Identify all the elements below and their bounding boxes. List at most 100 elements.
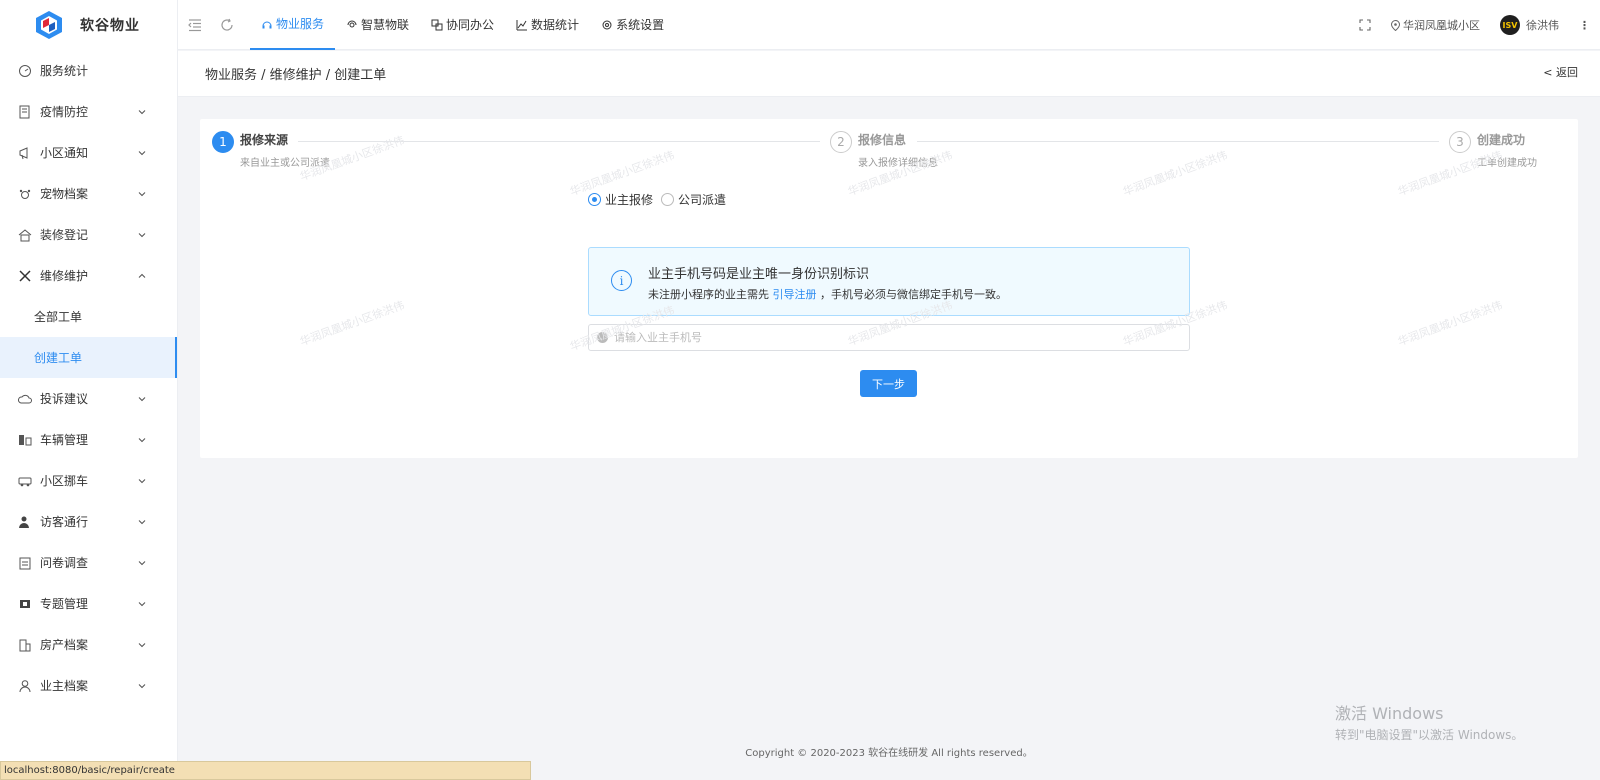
browser-status-url: localhost:8080/basic/repair/create — [0, 761, 531, 780]
top-tab[interactable]: 协同办公 — [420, 0, 505, 50]
sidebar-item[interactable]: 车辆管理 — [0, 419, 177, 460]
user-name: 徐洪伟 — [1526, 19, 1559, 32]
top-navbar: 物业服务 智慧物联 协同办公 数据统计 系统设置 华润凤凰城小区 ISV 徐洪伟 ⋮ — [178, 0, 1600, 50]
step-number: 3 — [1449, 131, 1471, 153]
sidebar-item[interactable]: 专题管理 — [0, 583, 177, 624]
building-icon — [19, 639, 31, 651]
phone-input[interactable] — [614, 331, 1189, 344]
sidebar-item[interactable]: 维修维护 — [0, 255, 177, 296]
more-vertical-icon[interactable]: ⋮ — [1579, 19, 1590, 32]
alert-description: 未注册小程序的业主需先 引导注册 ，手机号必须与微信绑定手机号一致。 — [648, 286, 1007, 302]
app-name: 软谷物业 — [80, 18, 140, 34]
sidebar-item[interactable]: 访客通行 — [0, 501, 177, 542]
community-selector[interactable]: 华润凤凰城小区 — [1391, 17, 1480, 33]
radio-label: 公司派遣 — [678, 193, 727, 207]
refresh-icon[interactable] — [220, 18, 234, 32]
chevron-down-icon — [138, 150, 146, 155]
guide-register-link[interactable]: 引导注册 — [773, 288, 817, 301]
top-nav-tabs: 物业服务 智慧物联 协同办公 数据统计 系统设置 — [250, 0, 675, 50]
step-title: 创建成功 — [1477, 133, 1526, 147]
chart-icon — [516, 19, 528, 30]
sidebar-item-label: 房产档案 — [40, 638, 89, 652]
sidebar-item[interactable]: 小区挪车 — [0, 460, 177, 501]
car-icon — [18, 477, 32, 486]
sidebar-item[interactable]: 装修登记 — [0, 214, 177, 255]
top-tab-label: 协同办公 — [446, 18, 495, 32]
sidebar: 软谷物业 服务统计疫情防控小区通知宠物档案装修登记 维修维护 全部工单 创建工单 投诉建… — [0, 0, 178, 780]
cloud-icon — [18, 394, 32, 403]
logo-icon — [36, 11, 62, 39]
sidebar-item[interactable]: 疫情防控 — [0, 91, 177, 132]
top-tab[interactable]: 系统设置 — [590, 0, 675, 50]
sidebar-item[interactable]: 宠物档案 — [0, 173, 177, 214]
page-header: 物业服务 / 维修维护 / 创建工单 < 返回 — [178, 51, 1600, 97]
sidebar-item-label: 服务统计 — [40, 64, 89, 78]
sidebar-item-label: 小区挪车 — [40, 474, 89, 488]
pet-icon — [19, 189, 31, 199]
chevron-down-icon — [138, 683, 146, 688]
step-connector — [917, 141, 1439, 142]
breadcrumb: 物业服务 / 维修维护 / 创建工单 — [205, 68, 387, 83]
fullscreen-icon[interactable] — [1359, 19, 1371, 31]
headset-icon — [262, 21, 272, 28]
parking-icon — [19, 434, 32, 445]
sidebar-item-label: 宠物档案 — [40, 187, 89, 201]
next-button[interactable]: 下一步 — [860, 370, 917, 397]
windows-activation-notice: 激活 Windows 转到"电脑设置"以激活 Windows。 — [1335, 700, 1523, 743]
radio-circle[interactable] — [588, 193, 601, 206]
chevron-up-icon — [138, 273, 146, 278]
step-title: 报修信息 — [858, 133, 907, 147]
info-icon: i — [611, 270, 632, 291]
top-tab[interactable]: 数据统计 — [505, 0, 590, 50]
sidebar-item[interactable]: 小区通知 — [0, 132, 177, 173]
create-order-card: 1 报修来源 来自业主或公司派遣 2 报修信息 录入报修详细信息 3 创建成功 工单创建成功 业… — [200, 119, 1578, 458]
sidebar-item[interactable]: 服务统计 — [0, 50, 177, 91]
source-radio[interactable]: 业主报修 — [588, 191, 653, 208]
alert-desc-text-2: ，手机号必须与微信绑定手机号一致。 — [820, 288, 1007, 301]
phone-field[interactable] — [588, 324, 1190, 351]
sidebar-subitem[interactable]: 全部工单 — [0, 296, 177, 337]
top-tab[interactable]: 物业服务 — [250, 0, 336, 50]
document-icon — [19, 105, 30, 118]
house-icon — [18, 228, 32, 241]
sidebar-item-label: 业主档案 — [40, 679, 89, 693]
top-tab-label: 物业服务 — [276, 17, 325, 31]
tools-icon — [19, 269, 31, 282]
gear-icon — [602, 20, 612, 29]
chevron-down-icon — [138, 437, 146, 442]
alert-title: 业主手机号码是业主唯一身份识别标识 — [648, 267, 870, 282]
top-tab[interactable]: 智慧物联 — [335, 0, 420, 50]
megaphone-icon — [19, 146, 28, 159]
visitor-icon — [19, 516, 29, 528]
sidebar-item[interactable]: 问卷调查 — [0, 542, 177, 583]
back-link[interactable]: < 返回 — [1543, 64, 1578, 80]
menu-collapse-icon[interactable] — [188, 18, 202, 32]
chevron-down-icon — [138, 642, 146, 647]
info-alert: i 业主手机号码是业主唯一身份识别标识 未注册小程序的业主需先 引导注册 ，手机… — [588, 247, 1190, 316]
step-description: 工单创建成功 — [1477, 158, 1537, 169]
footer-copyright: Copyright © 2020-2023 软谷在线研发 All rights … — [745, 748, 1033, 759]
step-description: 录入报修详细信息 — [858, 158, 938, 169]
step-number: 1 — [212, 131, 234, 153]
clipboard-icon — [19, 557, 31, 569]
sidebar-item-label: 专题管理 — [40, 597, 89, 611]
sidebar-item[interactable]: 投诉建议 — [0, 378, 177, 419]
user-menu[interactable]: ISV 徐洪伟 — [1500, 15, 1559, 35]
sidebar-item[interactable]: 房产档案 — [0, 624, 177, 665]
chevron-down-icon — [138, 560, 146, 565]
sidebar-subitem[interactable]: 创建工单 — [0, 337, 177, 378]
source-radio-group: 业主报修 公司派遣 — [588, 191, 726, 208]
step-item: 1 报修来源 来自业主或公司派遣 — [212, 131, 330, 169]
community-name: 华润凤凰城小区 — [1403, 19, 1480, 32]
user-icon — [19, 679, 31, 692]
source-radio[interactable]: 公司派遣 — [661, 191, 726, 208]
dashboard-icon — [19, 64, 31, 77]
topic-icon — [20, 599, 30, 608]
windows-activate-desc: 转到"电脑设置"以激活 Windows。 — [1335, 728, 1524, 742]
sidebar-item-label: 疫情防控 — [40, 105, 89, 119]
radio-circle[interactable] — [661, 193, 675, 206]
step-item: 2 报修信息 录入报修详细信息 — [830, 131, 938, 169]
alert-desc-text: 未注册小程序的业主需先 — [648, 288, 769, 301]
app-logo[interactable]: 软谷物业 — [0, 0, 177, 50]
sidebar-item[interactable]: 业主档案 — [0, 665, 177, 706]
